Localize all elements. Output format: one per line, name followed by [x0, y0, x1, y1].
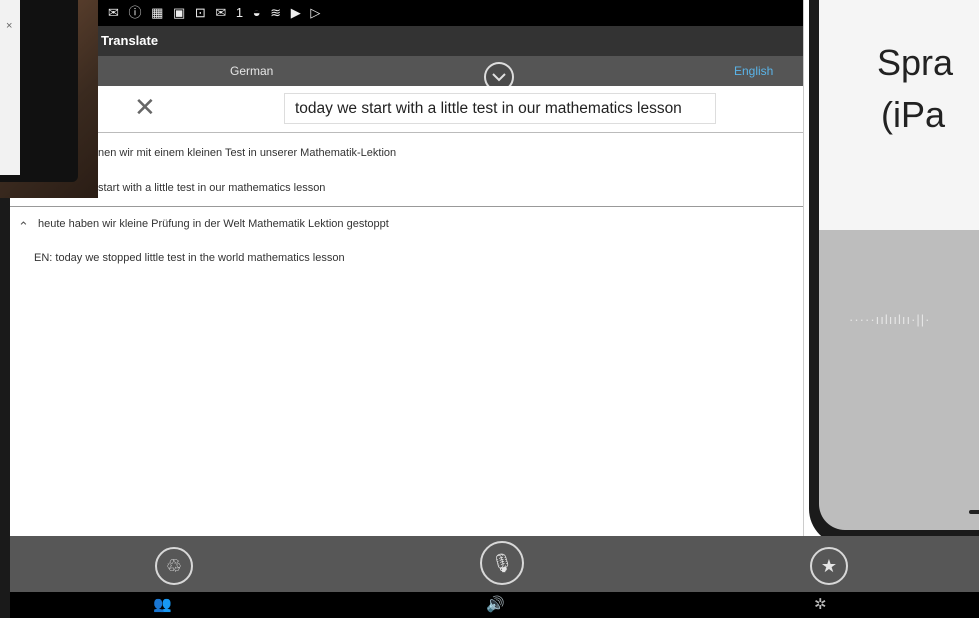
action-bar: ♲ 🎙 ★	[10, 536, 979, 592]
source-language[interactable]: German	[230, 64, 273, 78]
home-indicator	[969, 510, 979, 514]
divider	[10, 206, 803, 207]
nav-speech-icon[interactable]: 🔊	[486, 595, 505, 613]
overlay-heading-line1: Spra	[877, 42, 954, 83]
nav-conversation-icon[interactable]: 👥	[153, 595, 172, 613]
target-language[interactable]: English	[734, 64, 773, 78]
input-row: ✕	[10, 86, 803, 133]
close-icon: ×	[6, 20, 13, 32]
nav-other-icon[interactable]: ✲	[814, 595, 827, 613]
microphone-button[interactable]: 🎙	[480, 541, 524, 585]
language-bar: German English	[10, 56, 803, 92]
recycle-icon: ♲	[165, 556, 183, 576]
photo-overlay: ×	[0, 0, 98, 198]
phone-overlay: Spra (iPa ·····ıılıılıı·||·	[803, 0, 979, 558]
waveform-icon: ·····ıılıılıı·||·	[849, 312, 931, 327]
translation-line: heute haben wir kleine Prüfung in der We…	[38, 218, 389, 230]
favorite-button[interactable]: ★	[810, 547, 848, 585]
close-icon[interactable]: ✕	[134, 92, 156, 123]
app-title: Translate	[101, 33, 159, 48]
microphone-icon: 🎙	[490, 553, 514, 573]
status-icons: ✉ ⓘ ▦ ▣ ⊡ ✉ 1 ◒ ≋ ▶ ▷	[108, 5, 324, 20]
translation-line: nen wir mit einem kleinen Test in unsere…	[98, 147, 397, 159]
bottom-nav: 👥 🔊 ✲	[10, 592, 979, 618]
title-bar: Translate	[98, 26, 803, 56]
translation-line: EN: today we stopped little test in the …	[34, 252, 345, 264]
translate-input[interactable]	[284, 93, 716, 124]
overlay-heading-line2: (iPa	[881, 94, 946, 135]
recycle-button[interactable]: ♲	[155, 547, 193, 585]
status-bar: ✉ ⓘ ▦ ▣ ⊡ ✉ 1 ◒ ≋ ▶ ▷	[98, 0, 803, 26]
star-icon: ★	[820, 556, 838, 576]
translation-line: start with a little test in our mathemat…	[98, 182, 326, 194]
chevron-up-icon[interactable]: ⌃	[18, 219, 29, 235]
